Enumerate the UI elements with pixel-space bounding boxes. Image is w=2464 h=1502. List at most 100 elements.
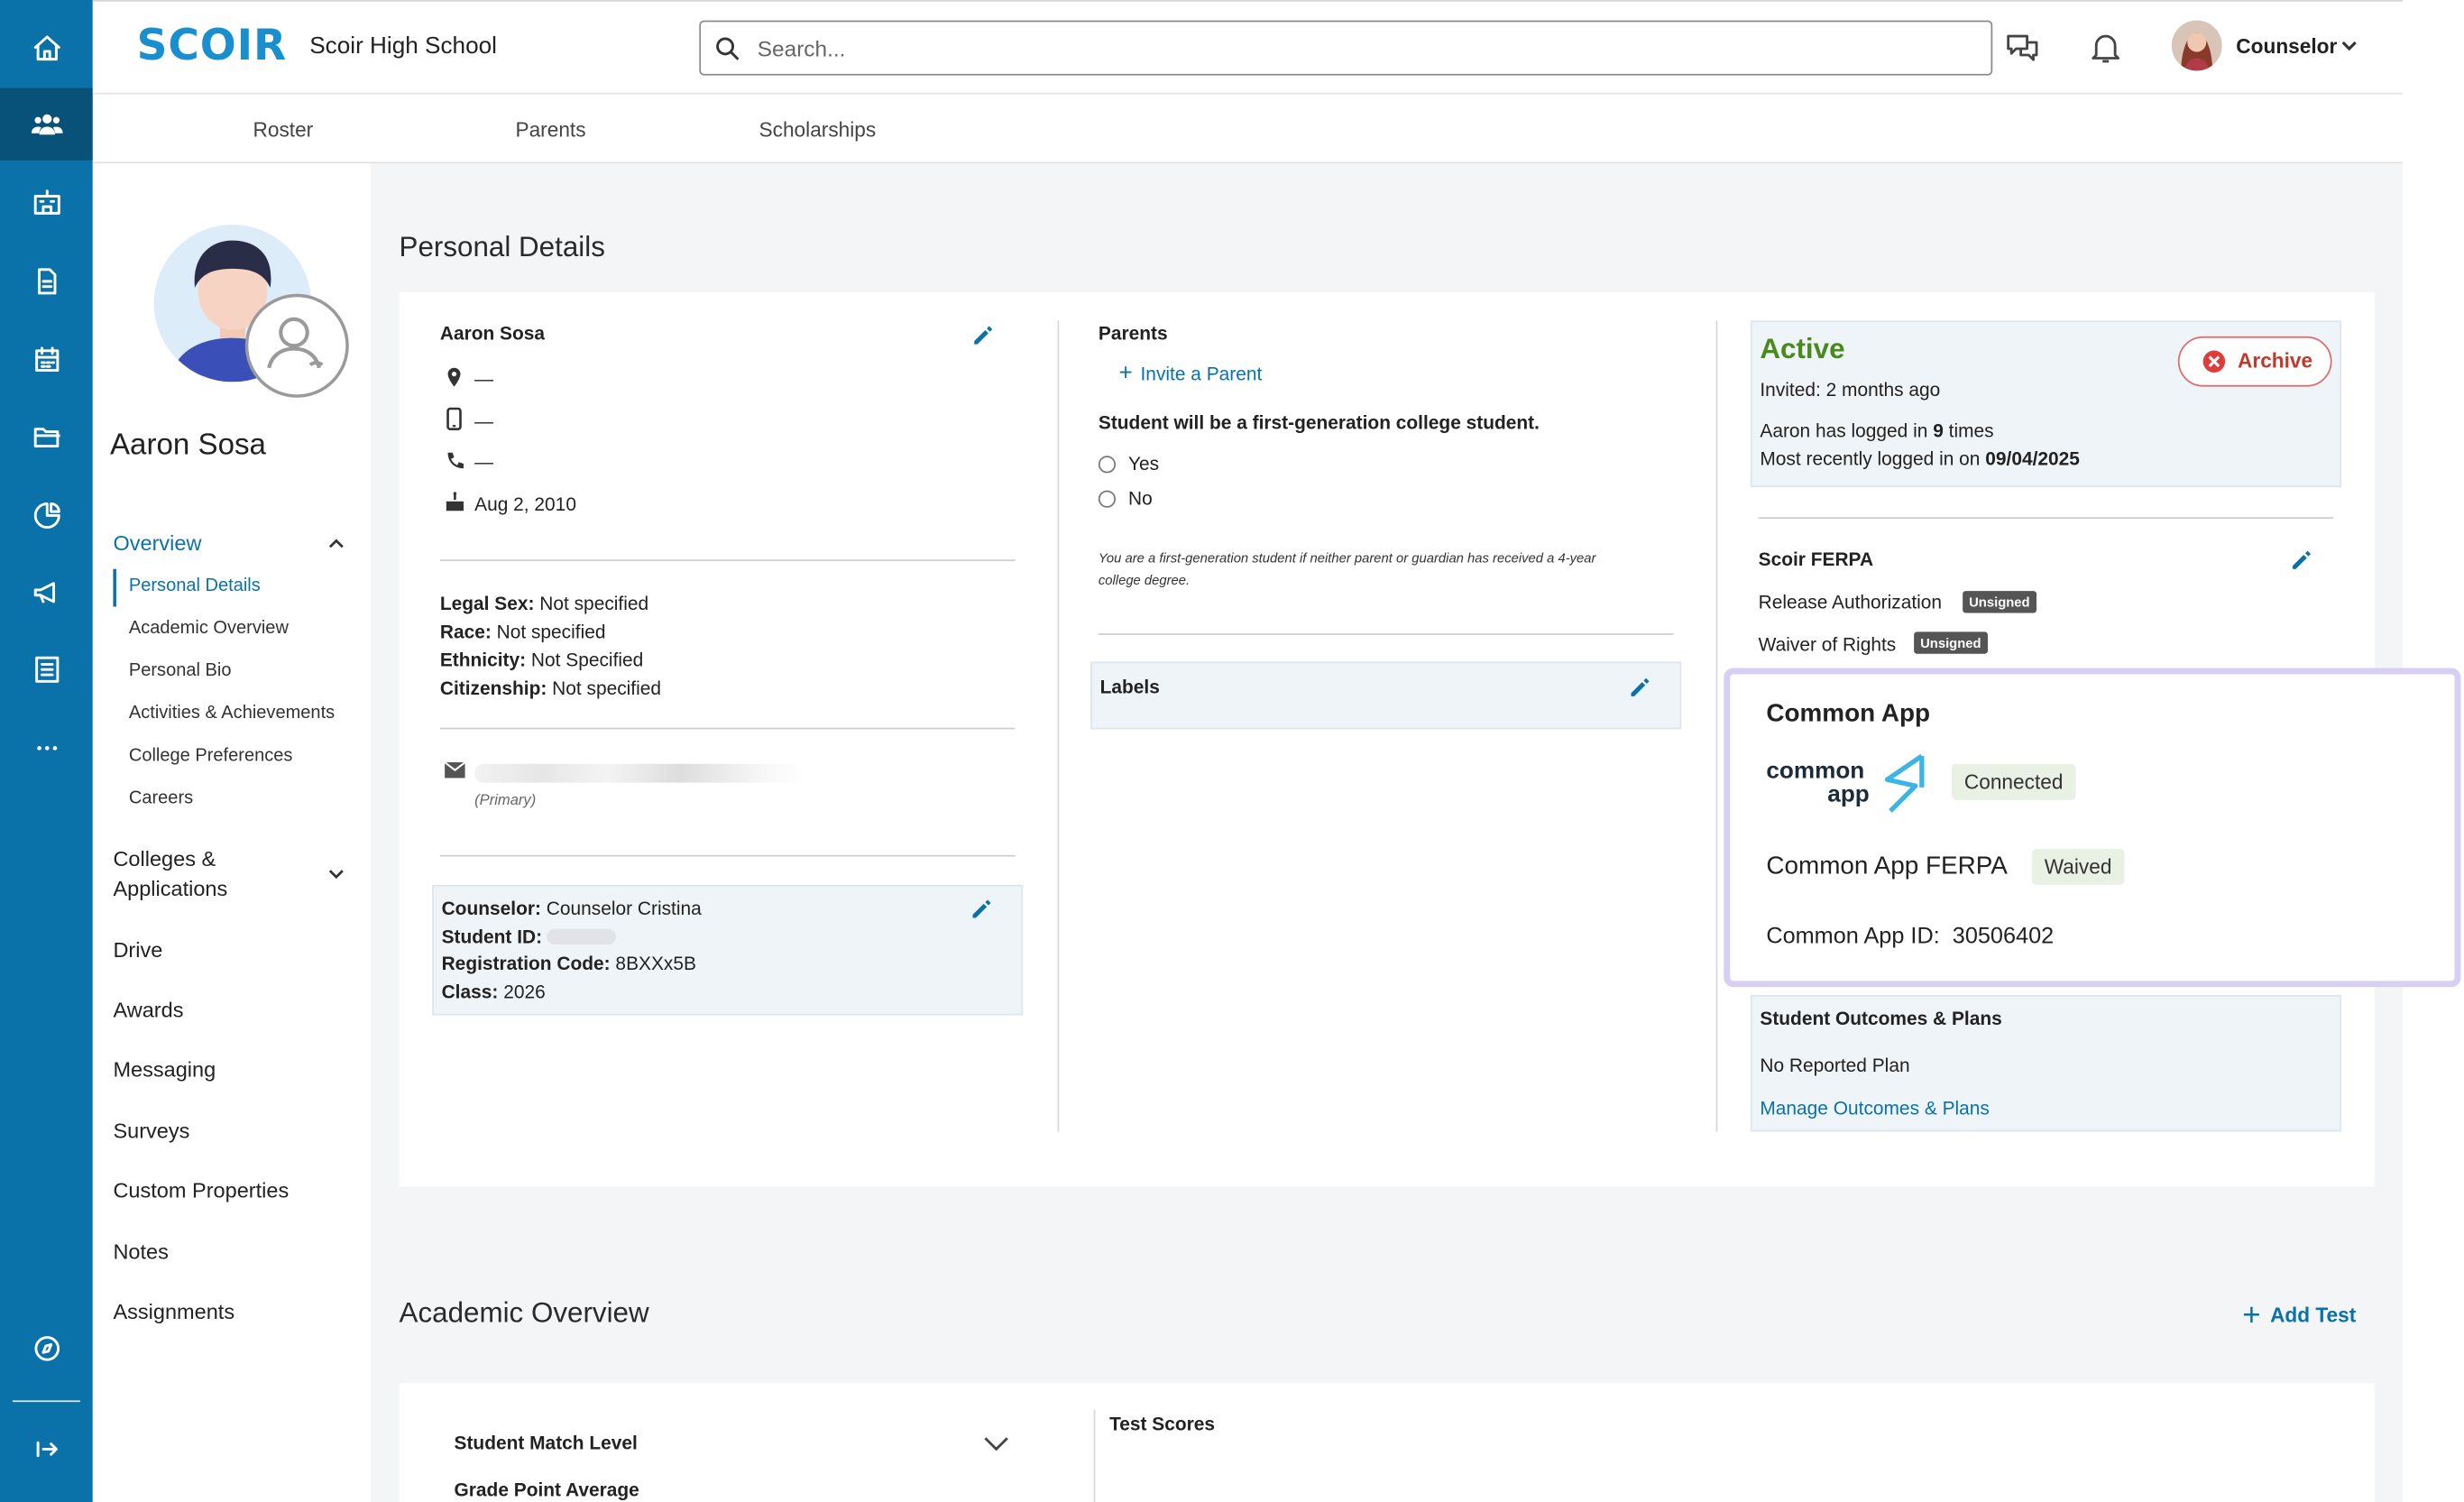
common-app-logo-icon [1884, 753, 1925, 813]
common-app-logo-text-2: app [1827, 780, 1870, 808]
legal-sex-row: Legal Sex: Not specified [439, 592, 649, 615]
nav-colleges-line2[interactable]: Applications [113, 877, 227, 900]
section-title-academic-overview: Academic Overview [399, 1296, 649, 1329]
analytics-icon[interactable] [0, 479, 93, 551]
radio-no[interactable] [1098, 490, 1117, 508]
chevron-up-icon[interactable] [326, 534, 345, 553]
students-icon[interactable] [0, 88, 93, 161]
contact-name: Aaron Sosa [439, 322, 546, 345]
chevron-down-icon[interactable] [2340, 36, 2358, 55]
birthday-value: Aug 2, 2010 [474, 493, 576, 516]
nav-academic-overview[interactable]: Academic Overview [129, 619, 289, 638]
outcomes-status: No Reported Plan [1760, 1055, 1910, 1077]
divider [1758, 517, 2334, 519]
tab-roster[interactable]: Roster [253, 118, 314, 142]
nav-overview[interactable]: Overview [113, 531, 201, 555]
nav-activities[interactable]: Activities & Achievements [129, 705, 335, 723]
document-icon[interactable] [0, 245, 93, 318]
nav-personal-bio[interactable]: Personal Bio [129, 662, 232, 681]
search-input[interactable] [757, 31, 1858, 67]
ethnicity-row: Ethnicity: Not Specified [439, 649, 644, 671]
nav-custom-properties[interactable]: Custom Properties [113, 1179, 289, 1203]
compass-icon[interactable] [0, 1313, 93, 1385]
nav-notes[interactable]: Notes [113, 1240, 168, 1264]
release-status-badge: Unsigned [1963, 591, 2036, 613]
school-name: Scoir High School [309, 32, 497, 60]
checklist-icon[interactable] [0, 633, 93, 705]
edit-pencil-icon[interactable] [971, 898, 993, 919]
edit-pencil-icon[interactable] [1630, 676, 1651, 697]
nav-personal-details[interactable]: Personal Details [129, 576, 261, 595]
academic-card [399, 1383, 2375, 1502]
counselor-row: Counselor: Counselor Cristina [441, 897, 702, 920]
radio-yes-label: Yes [1127, 452, 1160, 475]
nav-careers[interactable]: Careers [129, 789, 193, 808]
registration-row: Registration Code: 8BXXx5B [441, 952, 696, 975]
nav-assignments[interactable]: Assignments [113, 1300, 234, 1323]
divider [1098, 633, 1674, 635]
institution-icon[interactable] [0, 167, 93, 239]
divider [439, 559, 1016, 562]
student-id-redacted [547, 928, 616, 945]
profile-photo-placeholder-icon[interactable] [244, 293, 349, 398]
expand-icon[interactable] [0, 1413, 93, 1485]
app-rail [0, 0, 93, 1502]
chevron-down-icon[interactable] [326, 864, 345, 883]
phone-icon [447, 452, 464, 469]
nav-surveys[interactable]: Surveys [113, 1120, 189, 1143]
tab-scholarships[interactable]: Scholarships [759, 118, 877, 142]
invited-text: Invited: 2 months ago [1760, 378, 1941, 401]
login-count-text: Aaron has logged in 9 times [1760, 419, 1994, 442]
first-gen-note-line2: college degree. [1098, 572, 1191, 588]
waiver-status-badge: Unsigned [1914, 631, 1988, 654]
add-test-button[interactable]: + Add Test [2242, 1298, 2356, 1334]
invite-parent-link[interactable]: + Invite a Parent [1119, 360, 1263, 387]
nav-drive[interactable]: Drive [113, 938, 162, 962]
chevron-down-icon[interactable] [982, 1433, 1010, 1455]
home-icon[interactable] [0, 13, 93, 85]
divider [439, 727, 1016, 730]
first-gen-note-line1: You are a first-generation student if ne… [1098, 549, 1596, 567]
manage-outcomes-link[interactable]: Manage Outcomes & Plans [1760, 1097, 1990, 1119]
search-icon [716, 37, 740, 60]
calendar-icon[interactable] [0, 324, 93, 396]
user-menu-label[interactable]: Counselor [2236, 34, 2337, 58]
notifications-bell-icon[interactable] [2087, 28, 2125, 66]
scoir-ferpa-title: Scoir FERPA [1758, 548, 1874, 571]
nav-college-preferences[interactable]: College Preferences [129, 747, 293, 766]
scoir-logo[interactable]: SCOIR [137, 22, 287, 70]
class-row: Class: 2026 [441, 981, 546, 1003]
radio-no-label: No [1127, 487, 1153, 510]
folder-icon[interactable] [0, 401, 93, 473]
mobile-icon [446, 407, 462, 430]
more-icon[interactable] [0, 712, 93, 784]
close-circle-icon [2202, 350, 2226, 373]
common-app-title: Common App [1766, 701, 1931, 728]
tab-parents[interactable]: Parents [515, 118, 585, 142]
email-primary-note: (Primary) [474, 792, 537, 810]
common-app-id-row: Common App ID: 30506402 [1766, 924, 2055, 950]
search-bar[interactable] [699, 20, 1993, 76]
race-row: Race: Not specified [439, 621, 606, 643]
section-title-personal-details: Personal Details [399, 231, 605, 263]
parents-title: Parents [1098, 322, 1168, 345]
email-redacted [474, 763, 805, 783]
common-app-logo-text-1: common [1766, 757, 1865, 785]
edit-pencil-icon[interactable] [972, 324, 994, 346]
nav-colleges-line1[interactable]: Colleges & [113, 847, 216, 871]
student-id-row: Student ID: [441, 926, 543, 948]
location-value: — [474, 367, 494, 391]
user-avatar[interactable] [2171, 20, 2222, 71]
waived-badge: Waived [2031, 848, 2125, 885]
nav-awards[interactable]: Awards [113, 998, 183, 1021]
last-login-text: Most recently logged in on 09/04/2025 [1760, 447, 2080, 470]
megaphone-icon[interactable] [0, 557, 93, 629]
nav-messaging[interactable]: Messaging [113, 1058, 216, 1082]
archive-label[interactable]: Archive [2238, 349, 2312, 373]
location-pin-icon [447, 367, 461, 387]
labels-title: Labels [1099, 676, 1160, 698]
active-indicator [113, 568, 116, 607]
radio-yes[interactable] [1098, 456, 1117, 474]
edit-pencil-icon[interactable] [2291, 548, 2312, 570]
messages-icon[interactable] [2003, 28, 2041, 66]
